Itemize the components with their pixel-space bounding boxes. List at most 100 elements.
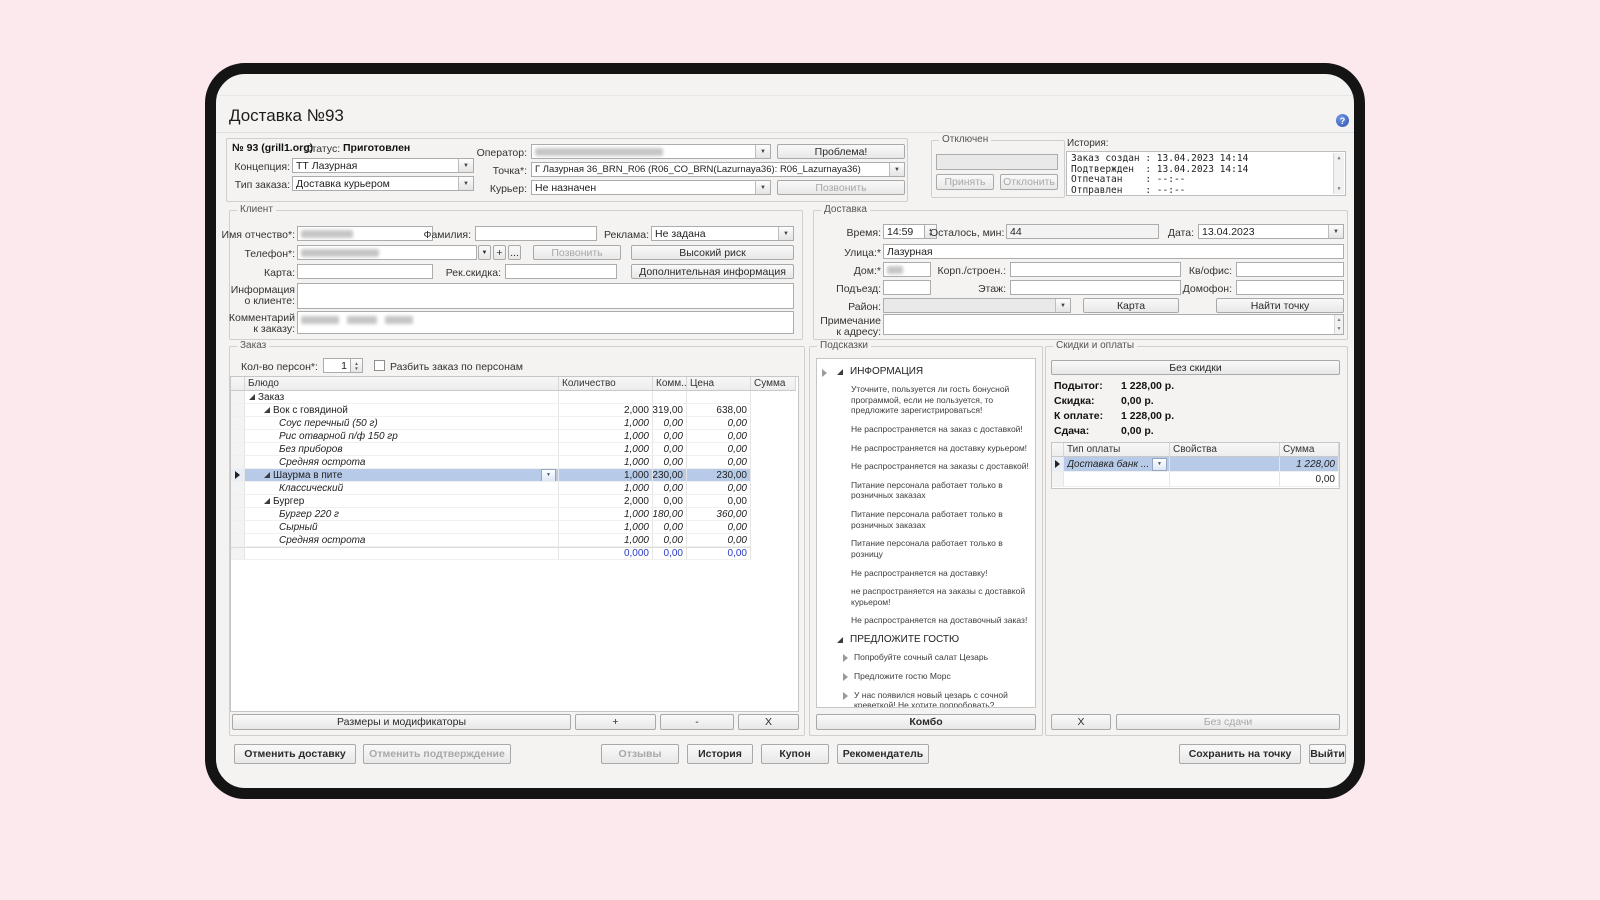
apt-field[interactable] bbox=[1236, 262, 1344, 277]
intercom-field[interactable] bbox=[1236, 280, 1344, 295]
expanded-icon[interactable] bbox=[837, 368, 843, 375]
note-scrollbar[interactable]: ▲ ▼ bbox=[1334, 315, 1343, 334]
ad-select[interactable]: Не задана ▼ bbox=[651, 226, 794, 241]
order-row[interactable]: Бургер 2,000 0,00 0,00 bbox=[231, 495, 798, 508]
high-risk-button[interactable]: Высокий риск bbox=[631, 245, 794, 260]
chevron-down-icon[interactable]: ▼ bbox=[1328, 225, 1343, 238]
order-row[interactable]: Классический 1,000 0,00 0,00 bbox=[231, 482, 798, 495]
chevron-down-icon[interactable]: ▼ bbox=[755, 181, 770, 194]
time-field[interactable]: 14:59 bbox=[883, 224, 925, 239]
scroll-down-icon[interactable]: ▼ bbox=[1337, 326, 1342, 332]
call-courier-button[interactable]: Позвонить bbox=[777, 180, 905, 195]
chevron-down-icon[interactable]: ▼ bbox=[755, 145, 770, 158]
scroll-up-icon[interactable]: ▲ bbox=[1337, 155, 1340, 161]
combo-button[interactable]: Комбо bbox=[816, 714, 1036, 730]
history-button[interactable]: История bbox=[687, 744, 753, 764]
collapsed-icon[interactable] bbox=[843, 673, 848, 681]
help-icon[interactable]: ? bbox=[1336, 114, 1349, 127]
additional-info-button[interactable]: Дополнительная информация bbox=[631, 264, 794, 279]
split-order-checkbox[interactable] bbox=[374, 360, 385, 371]
order-row[interactable]: Рис отварной п/ф 150 гр 1,000 0,00 0,00 bbox=[231, 430, 798, 443]
find-point-button[interactable]: Найти точку bbox=[1216, 298, 1344, 313]
chevron-down-icon[interactable]: ▼ bbox=[778, 227, 793, 240]
history-scrollbar[interactable]: ▲ ▼ bbox=[1333, 153, 1344, 194]
persons-stepper[interactable]: ▲ ▼ bbox=[351, 358, 363, 373]
phone-add-button[interactable]: + bbox=[493, 245, 506, 260]
decline-button[interactable]: Отклонить bbox=[1000, 174, 1058, 190]
order-row[interactable]: Вок с говядиной 2,000 319,00 638,00 bbox=[231, 404, 798, 417]
expanded-icon[interactable] bbox=[837, 636, 843, 643]
hints-node-suggest[interactable]: ПРЕДЛОЖИТЕ ГОСТЮ bbox=[837, 634, 1031, 645]
house-field[interactable] bbox=[883, 262, 931, 277]
building-field[interactable] bbox=[1010, 262, 1181, 277]
exit-button[interactable]: Выйти bbox=[1309, 744, 1346, 764]
payment-row[interactable]: 0,00 bbox=[1052, 472, 1339, 487]
order-row[interactable]: Средняя острота 1,000 0,00 0,00 bbox=[231, 534, 798, 547]
hint-suggest-item[interactable]: У нас появился новый цезарь с сочной кре… bbox=[843, 690, 1031, 707]
point-select[interactable]: Г Лазурная 36_BRN_R06 (R06_CO_BRN(Lazurn… bbox=[531, 162, 905, 177]
disconnected-field[interactable] bbox=[936, 154, 1058, 170]
scroll-down-icon[interactable]: ▼ bbox=[1337, 186, 1340, 192]
delete-payment-button[interactable]: X bbox=[1051, 714, 1111, 730]
chevron-down-icon[interactable]: ▼ bbox=[1055, 299, 1070, 312]
address-note-textarea[interactable] bbox=[883, 314, 1344, 335]
courier-select[interactable]: Не назначен ▼ bbox=[531, 180, 771, 195]
street-field[interactable]: Лазурная bbox=[883, 244, 1344, 259]
save-to-point-button[interactable]: Сохранить на точку bbox=[1179, 744, 1301, 764]
order-row[interactable]: Средняя острота 1,000 0,00 0,00 bbox=[231, 456, 798, 469]
client-name-field[interactable] bbox=[297, 226, 433, 241]
order-row[interactable]: Заказ bbox=[231, 391, 798, 404]
hint-suggest-item[interactable]: Предложите гостю Морс bbox=[843, 671, 1031, 681]
scroll-up-icon[interactable]: ▲ bbox=[1337, 317, 1342, 323]
problem-button[interactable]: Проблема! bbox=[777, 144, 905, 159]
surname-field[interactable] bbox=[475, 226, 597, 241]
delete-row-button[interactable]: X bbox=[738, 714, 799, 730]
payment-combo-button[interactable]: ▼ bbox=[1152, 457, 1167, 471]
plus-button[interactable]: + bbox=[575, 714, 656, 730]
accept-button[interactable]: Принять bbox=[936, 174, 994, 190]
cancel-confirm-button[interactable]: Отменить подтверждение bbox=[363, 744, 511, 764]
sizes-modifiers-button[interactable]: Размеры и модификаторы bbox=[232, 714, 571, 730]
order-type-select[interactable]: Доставка курьером ▼ bbox=[292, 176, 474, 191]
no-discount-button[interactable]: Без скидки bbox=[1051, 360, 1340, 375]
order-row[interactable]: Бургер 220 г 1,000 180,00 360,00 bbox=[231, 508, 798, 521]
cancel-delivery-button[interactable]: Отменить доставку bbox=[234, 744, 356, 764]
expanded-icon[interactable] bbox=[264, 498, 270, 504]
concept-select[interactable]: ТТ Лазурная ▼ bbox=[292, 158, 474, 173]
chevron-down-icon[interactable]: ▼ bbox=[889, 163, 904, 176]
order-row[interactable]: Без приборов 1,000 0,00 0,00 bbox=[231, 443, 798, 456]
recommender-button[interactable]: Рекомендатель bbox=[837, 744, 929, 764]
phone-more-button[interactable]: ... bbox=[508, 245, 521, 260]
hint-suggest-item[interactable]: Попробуйте сочный салат Цезарь bbox=[843, 652, 1031, 662]
order-row[interactable]: Сырный 1,000 0,00 0,00 bbox=[231, 521, 798, 534]
call-client-button[interactable]: Позвонить bbox=[533, 245, 621, 260]
order-comment-textarea[interactable] bbox=[297, 311, 794, 334]
reviews-button[interactable]: Отзывы bbox=[601, 744, 679, 764]
floor-field[interactable] bbox=[1010, 280, 1181, 295]
no-change-button[interactable]: Без сдачи bbox=[1116, 714, 1340, 730]
collapsed-icon[interactable] bbox=[843, 692, 848, 700]
hints-node-info[interactable]: ИНФОРМАЦИЯ bbox=[837, 366, 1031, 377]
date-select[interactable]: 13.04.2023 ▼ bbox=[1198, 224, 1344, 239]
map-button[interactable]: Карта bbox=[1083, 298, 1179, 313]
collapsed-icon[interactable] bbox=[822, 369, 827, 377]
minus-button[interactable]: - bbox=[660, 714, 734, 730]
dish-combo-button[interactable]: ▼ bbox=[541, 469, 556, 481]
operator-select[interactable]: ▼ bbox=[531, 144, 771, 159]
expanded-icon[interactable] bbox=[249, 394, 255, 400]
spin-down-icon[interactable]: ▼ bbox=[354, 366, 358, 371]
payment-row[interactable]: Доставка банк ... ▼ 1 228,00 bbox=[1052, 457, 1339, 472]
order-row[interactable]: Соус перечный (50 г) 1,000 0,00 0,00 bbox=[231, 417, 798, 430]
phone-field[interactable] bbox=[297, 245, 477, 260]
collapsed-icon[interactable] bbox=[843, 654, 848, 662]
order-row[interactable]: 0,000 0,00 0,00 bbox=[231, 547, 798, 560]
order-row[interactable]: Шаурма в пите ▼ 1,000 230,00 230,00 bbox=[231, 469, 798, 482]
card-field[interactable] bbox=[297, 264, 433, 279]
entrance-field[interactable] bbox=[883, 280, 931, 295]
expanded-icon[interactable] bbox=[264, 472, 270, 478]
rec-discount-field[interactable] bbox=[505, 264, 617, 279]
coupon-button[interactable]: Купон bbox=[761, 744, 829, 764]
persons-field[interactable]: 1 bbox=[323, 358, 351, 373]
expanded-icon[interactable] bbox=[264, 407, 270, 413]
district-select[interactable]: ▼ bbox=[883, 298, 1071, 313]
